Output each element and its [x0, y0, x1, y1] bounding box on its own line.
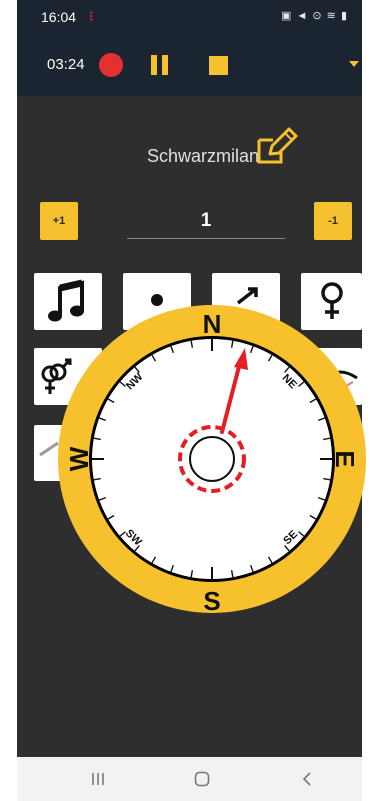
recent-apps-icon[interactable]: [91, 772, 105, 786]
species-name: Schwarzmilan: [146, 146, 259, 166]
status-time: 16:04: [41, 9, 77, 25]
record-button[interactable]: [99, 53, 123, 77]
decrement-button[interactable]: -1: [314, 202, 352, 240]
east-label: E: [330, 450, 360, 467]
navigation-bar: [17, 757, 362, 801]
dropdown-arrow-icon[interactable]: [349, 61, 359, 67]
pause-button[interactable]: [151, 55, 169, 75]
west-label: W: [64, 446, 94, 471]
back-icon[interactable]: [301, 771, 313, 787]
status-icons: ▣ ◄ ⊙ ≋ ▮: [281, 10, 348, 22]
home-icon[interactable]: [194, 771, 210, 787]
compass-dial[interactable]: N S W E NW NE SE SW: [57, 304, 367, 614]
increment-button[interactable]: +1: [40, 202, 78, 240]
notification-alert-icon: ⁝: [89, 8, 94, 24]
north-label: N: [203, 309, 222, 339]
south-label: S: [203, 586, 220, 614]
status-bar: 16:04 ⁝ ▣ ◄ ⊙ ≋ ▮: [17, 0, 362, 34]
stop-button[interactable]: [209, 56, 228, 75]
elapsed-timer: 03:24: [47, 56, 85, 73]
compass-center-button[interactable]: [189, 436, 235, 482]
count-input[interactable]: 1: [127, 204, 285, 239]
edit-icon[interactable]: [253, 126, 299, 166]
recording-toolbar: 03:24: [17, 34, 362, 96]
app-screen: 16:04 ⁝ ▣ ◄ ⊙ ≋ ▮ 03:24 Schwarzmilan +1 …: [17, 0, 366, 801]
